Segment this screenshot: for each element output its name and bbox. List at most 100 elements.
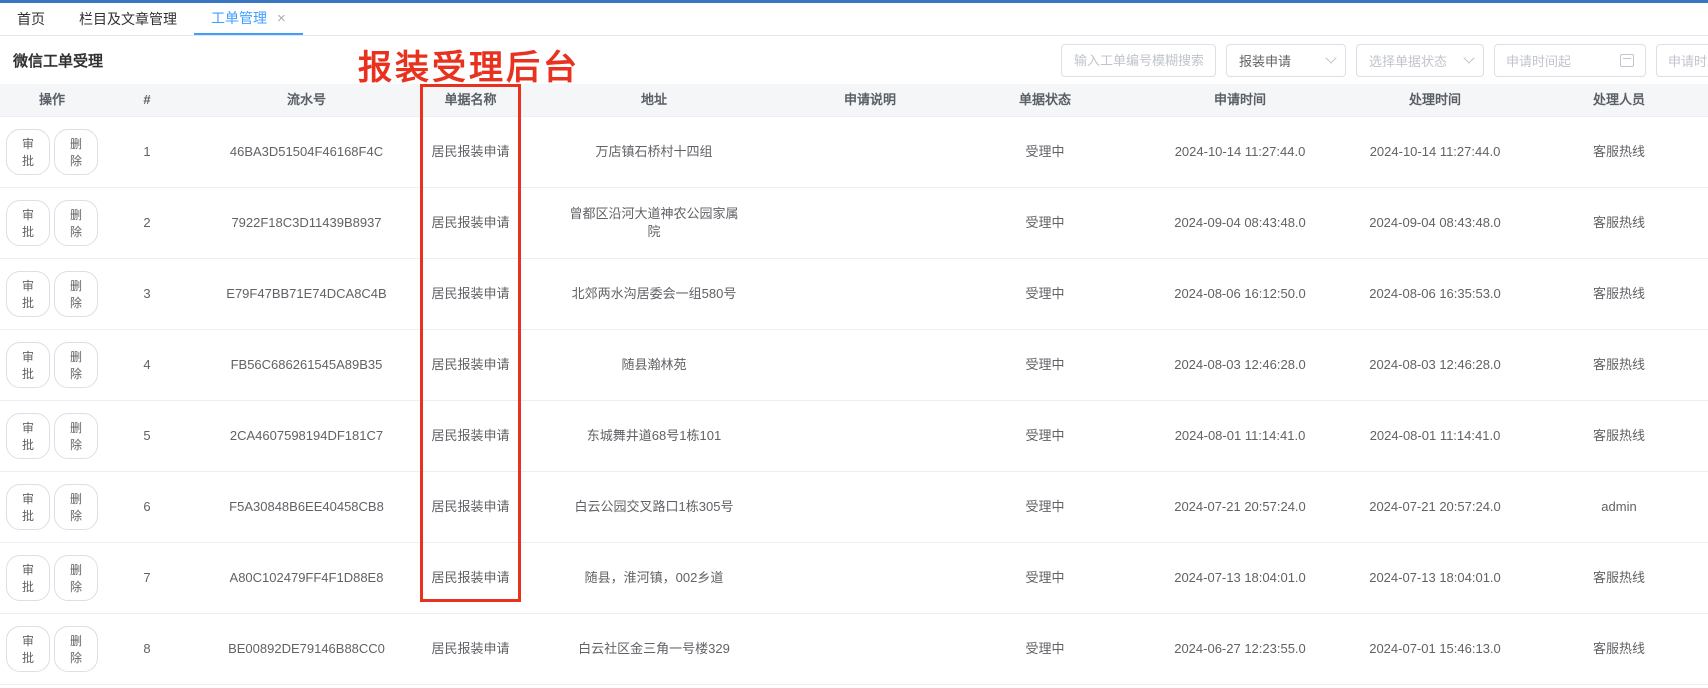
row-actions: 审批 删除 [0, 472, 104, 542]
row-index: 1 [104, 117, 190, 187]
apply-date-end-input[interactable]: 申请时 [1656, 44, 1708, 77]
delete-button[interactable]: 删除 [54, 413, 98, 459]
approve-button[interactable]: 审批 [6, 200, 50, 246]
row-apply-desc [790, 188, 950, 258]
col-header-actions: 操作 [0, 84, 104, 116]
doc-type-select-value: 报装申请 [1239, 51, 1291, 70]
row-apply-time: 2024-08-06 16:12:50.0 [1140, 259, 1340, 329]
row-actions: 审批 删除 [0, 401, 104, 471]
apply-date-start-input[interactable]: 申请时间起 [1494, 44, 1646, 77]
col-header-handler: 处理人员 [1530, 84, 1708, 116]
row-address: 白云公园交叉路口1栋305号 [518, 472, 790, 542]
row-index: 6 [104, 472, 190, 542]
row-process-time: 2024-08-06 16:35:53.0 [1340, 259, 1530, 329]
delete-button[interactable]: 删除 [54, 484, 98, 530]
row-actions: 审批 删除 [0, 614, 104, 684]
approve-button[interactable]: 审批 [6, 626, 50, 672]
row-actions: 审批 删除 [0, 117, 104, 187]
row-handler: 客服热线 [1530, 188, 1708, 258]
row-process-time: 2024-07-21 20:57:24.0 [1340, 472, 1530, 542]
row-doc-name: 居民报装申请 [423, 401, 518, 471]
tab-home-label: 首页 [17, 9, 45, 29]
row-index: 2 [104, 188, 190, 258]
doc-status-select[interactable]: 选择单据状态 [1356, 44, 1484, 77]
row-serial: 46BA3D51504F46168F4C [190, 117, 423, 187]
row-index: 3 [104, 259, 190, 329]
row-process-time: 2024-07-01 15:46:13.0 [1340, 614, 1530, 684]
row-handler: 客服热线 [1530, 117, 1708, 187]
approve-button[interactable]: 审批 [6, 271, 50, 317]
doc-type-select[interactable]: 报装申请 [1226, 44, 1346, 77]
approve-button[interactable]: 审批 [6, 413, 50, 459]
row-status: 受理中 [950, 401, 1140, 471]
row-apply-time: 2024-06-27 12:23:55.0 [1140, 614, 1340, 684]
apply-date-end-placeholder: 申请时 [1668, 51, 1707, 70]
table-row: 审批 删除 3 E79F47BB71E74DCA8C4B 居民报装申请 北郊两水… [0, 259, 1708, 330]
row-apply-desc [790, 330, 950, 400]
row-process-time: 2024-10-14 11:27:44.0 [1340, 117, 1530, 187]
col-header-status: 单据状态 [950, 84, 1140, 116]
row-address: 随县瀚林苑 [518, 330, 790, 400]
table-header-row: 操作 # 流水号 单据名称 地址 申请说明 单据状态 申请时间 处理时间 处理人… [0, 84, 1708, 117]
chevron-down-icon [1325, 52, 1336, 63]
tab-work-order-label: 工单管理 [211, 8, 267, 28]
tab-work-order-management[interactable]: 工单管理 × [194, 3, 303, 35]
table-body: 审批 删除 1 46BA3D51504F46168F4C 居民报装申请 万店镇石… [0, 117, 1708, 688]
approve-button[interactable]: 审批 [6, 129, 50, 175]
row-serial: 7922F18C3D11439B8937 [190, 188, 423, 258]
chevron-down-icon [1463, 52, 1474, 63]
row-address: 白云社区金三角一号楼329 [518, 614, 790, 684]
row-address: 北郊两水沟居委会一组580号 [518, 259, 790, 329]
row-doc-name: 居民报装申请 [423, 614, 518, 684]
tab-home[interactable]: 首页 [0, 3, 62, 35]
row-apply-desc [790, 614, 950, 684]
annotation-text: 报装受理后台 [358, 40, 580, 89]
table-row: 审批 删除 8 BE00892DE79146B88CC0 居民报装申请 白云社区… [0, 614, 1708, 685]
row-actions: 审批 删除 [0, 259, 104, 329]
row-handler: 客服热线 [1530, 543, 1708, 613]
delete-button[interactable]: 删除 [54, 626, 98, 672]
table-row: 审批 删除 1 46BA3D51504F46168F4C 居民报装申请 万店镇石… [0, 117, 1708, 188]
row-process-time: 2024-09-04 08:43:48.0 [1340, 188, 1530, 258]
row-doc-name: 居民报装申请 [423, 117, 518, 187]
row-apply-desc [790, 401, 950, 471]
approve-button[interactable]: 审批 [6, 484, 50, 530]
tab-article-management-label: 栏目及文章管理 [79, 9, 177, 29]
work-order-table: 操作 # 流水号 单据名称 地址 申请说明 单据状态 申请时间 处理时间 处理人… [0, 84, 1708, 688]
row-doc-name: 居民报装申请 [423, 543, 518, 613]
row-handler: 客服热线 [1530, 330, 1708, 400]
row-doc-name: 居民报装申请 [423, 472, 518, 542]
col-header-apply-time: 申请时间 [1140, 84, 1340, 116]
row-serial: E79F47BB71E74DCA8C4B [190, 259, 423, 329]
delete-button[interactable]: 删除 [54, 129, 98, 175]
row-apply-time: 2024-08-03 12:46:28.0 [1140, 330, 1340, 400]
page-header: 微信工单受理 报装申请 选择单据状态 申请时间起 申请时 [0, 36, 1708, 84]
row-apply-desc [790, 117, 950, 187]
row-actions: 审批 删除 [0, 188, 104, 258]
row-address: 曾都区沿河大道神农公园家属 院 [518, 188, 790, 258]
table-row: 审批 删除 4 FB56C686261545A89B35 居民报装申请 随县瀚林… [0, 330, 1708, 401]
delete-button[interactable]: 删除 [54, 555, 98, 601]
row-serial: 2CA4607598194DF181C7 [190, 401, 423, 471]
approve-button[interactable]: 审批 [6, 555, 50, 601]
row-process-time: 2024-08-01 11:14:41.0 [1340, 401, 1530, 471]
row-process-time: 2024-07-13 18:04:01.0 [1340, 543, 1530, 613]
approve-button[interactable]: 审批 [6, 342, 50, 388]
tab-article-management[interactable]: 栏目及文章管理 [62, 3, 194, 35]
delete-button[interactable]: 删除 [54, 342, 98, 388]
order-number-search-input[interactable] [1061, 44, 1216, 77]
delete-button[interactable]: 删除 [54, 271, 98, 317]
delete-button[interactable]: 删除 [54, 200, 98, 246]
row-serial: BE00892DE79146B88CC0 [190, 614, 423, 684]
row-apply-time: 2024-10-14 11:27:44.0 [1140, 117, 1340, 187]
row-apply-time: 2024-08-01 11:14:41.0 [1140, 401, 1340, 471]
table-row: 审批 删除 6 F5A30848B6EE40458CB8 居民报装申请 白云公园… [0, 472, 1708, 543]
close-icon[interactable]: × [277, 11, 286, 26]
row-index: 4 [104, 330, 190, 400]
row-index: 8 [104, 614, 190, 684]
row-apply-time: 2024-09-04 08:43:48.0 [1140, 188, 1340, 258]
apply-date-start-placeholder: 申请时间起 [1506, 51, 1571, 70]
table-row: 审批 删除 7 A80C102479FF4F1D88E8 居民报装申请 随县，淮… [0, 543, 1708, 614]
row-doc-name: 居民报装申请 [423, 330, 518, 400]
row-index: 5 [104, 401, 190, 471]
